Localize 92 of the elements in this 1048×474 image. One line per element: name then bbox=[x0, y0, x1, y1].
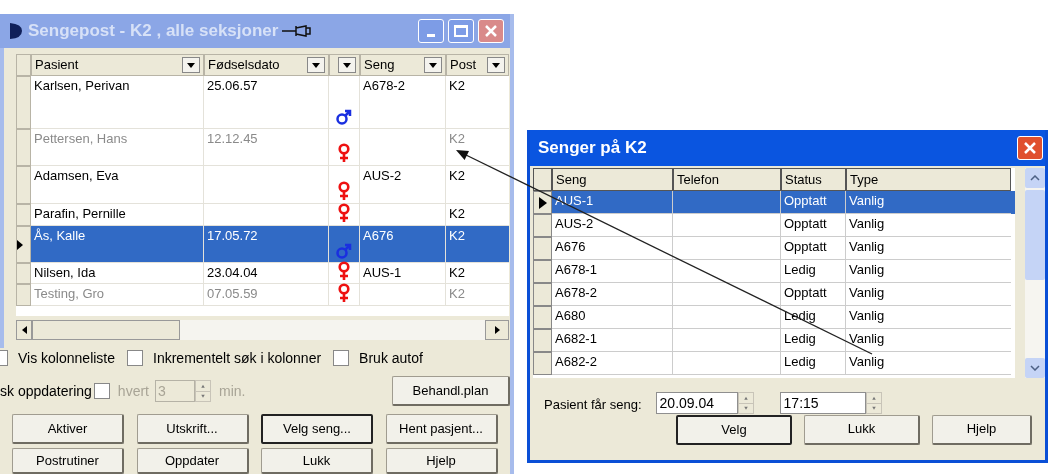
dropdown-button[interactable] bbox=[424, 57, 442, 73]
caret-icon bbox=[492, 62, 500, 68]
checkbox[interactable] bbox=[0, 350, 8, 366]
close-icon bbox=[1023, 141, 1037, 155]
column-header[interactable]: Status bbox=[781, 168, 846, 191]
checkbox[interactable] bbox=[333, 350, 350, 366]
caret-icon bbox=[312, 62, 320, 68]
vertical-scrollbar[interactable] bbox=[1025, 168, 1045, 378]
dropdown-button[interactable] bbox=[182, 57, 200, 73]
scrollbar-thumb[interactable] bbox=[32, 320, 180, 340]
column-header[interactable]: Telefon bbox=[673, 168, 781, 191]
time-field[interactable]: 17:15 bbox=[779, 392, 866, 414]
dropdown-button[interactable] bbox=[487, 57, 505, 73]
column-header[interactable]: Post bbox=[446, 54, 509, 76]
female-icon bbox=[337, 143, 351, 163]
maximize-button[interactable] bbox=[448, 19, 474, 43]
column-header[interactable]: Seng bbox=[360, 54, 446, 76]
table-cell: Ledig bbox=[781, 352, 846, 375]
patient-row[interactable]: Pettersen, Hans 12.12.45 K2 bbox=[16, 129, 509, 166]
dialog-button[interactable]: Hjelp bbox=[385, 448, 498, 474]
patient-row[interactable]: Nilsen, Ida 23.04.04 AUS-1 K2 bbox=[16, 263, 509, 284]
table-cell: Vanlig bbox=[846, 352, 1011, 375]
row-pointer-icon bbox=[17, 239, 23, 250]
checkbox[interactable] bbox=[93, 383, 110, 399]
row-header bbox=[533, 260, 552, 283]
checkbox-label: Bruk autof bbox=[359, 348, 423, 368]
female-icon bbox=[337, 181, 351, 201]
patient-row[interactable]: Ås, Kalle 17.05.72 A676 K2 bbox=[16, 226, 509, 263]
male-icon bbox=[335, 242, 353, 260]
scrollbar-thumb[interactable] bbox=[1025, 190, 1045, 280]
dropdown-button[interactable] bbox=[307, 57, 325, 73]
column-header[interactable]: Seng bbox=[552, 168, 673, 191]
minimize-button[interactable] bbox=[418, 19, 444, 43]
row-header bbox=[533, 329, 552, 352]
dialog-button[interactable]: Lukk bbox=[804, 414, 920, 445]
right-arrow-icon[interactable] bbox=[494, 326, 500, 334]
checkbox-label: Inkrementelt søk i kolonner bbox=[153, 348, 322, 368]
patient-row[interactable]: Testing, Gro 07.05.59 K2 bbox=[16, 284, 509, 306]
dialog-button[interactable]: Lukk bbox=[261, 448, 373, 474]
dialog-button[interactable]: Behandl.plan bbox=[392, 376, 510, 406]
close-button[interactable] bbox=[478, 19, 504, 43]
column-header[interactable] bbox=[329, 54, 360, 76]
row-header bbox=[533, 283, 552, 306]
table-cell: 07.05.59 bbox=[204, 284, 329, 306]
interval-label: hvert bbox=[117, 381, 149, 401]
dialog-button[interactable]: Velg bbox=[676, 414, 792, 445]
table-cell: Testing, Gro bbox=[31, 284, 204, 306]
patient-row[interactable]: Parafin, Pernille K2 bbox=[16, 204, 509, 226]
app-icon bbox=[10, 22, 24, 40]
caret-icon bbox=[187, 62, 195, 68]
patient-row[interactable]: Adamsen, Eva AUS-2 K2 bbox=[16, 166, 509, 204]
row-header bbox=[533, 214, 552, 237]
row-header bbox=[533, 237, 552, 260]
dialog-button[interactable]: Postrutiner bbox=[12, 448, 124, 474]
checkbox-label: sk oppdatering bbox=[0, 381, 92, 401]
field-label: Pasient får seng: bbox=[544, 396, 642, 414]
column-header[interactable]: Pasient bbox=[31, 54, 204, 76]
row-header bbox=[16, 284, 31, 306]
dialog-button[interactable]: Utskrift... bbox=[136, 414, 249, 444]
window-title: Sengepost - K2 , alle seksjoner bbox=[28, 20, 279, 43]
bed-row[interactable]: AUS-1 Opptatt Vanlig bbox=[533, 191, 1015, 214]
dialog-button[interactable]: Hjelp bbox=[932, 414, 1032, 445]
column-header[interactable]: Type bbox=[846, 168, 1011, 191]
column-header[interactable]: Fødselsdato bbox=[204, 54, 329, 76]
row-header bbox=[533, 168, 552, 191]
dropdown-button[interactable] bbox=[338, 57, 356, 73]
table-cell: K2 bbox=[446, 284, 509, 306]
caret-icon bbox=[429, 62, 437, 68]
close-icon bbox=[484, 24, 498, 38]
male-icon bbox=[335, 108, 353, 126]
caret-icon bbox=[343, 62, 351, 68]
female-icon bbox=[337, 261, 351, 281]
horizontal-scrollbar[interactable] bbox=[16, 320, 509, 340]
row-pointer-icon bbox=[538, 196, 547, 209]
unit-label: min. bbox=[218, 381, 246, 401]
checkbox[interactable] bbox=[127, 350, 144, 366]
female-icon bbox=[337, 203, 351, 223]
row-header bbox=[533, 306, 552, 329]
dialog-button[interactable]: Velg seng... bbox=[261, 414, 373, 444]
table-cell: A682-2 bbox=[552, 352, 673, 375]
female-icon bbox=[337, 283, 351, 303]
dialog-button[interactable]: Aktiver bbox=[12, 414, 124, 444]
row-header bbox=[533, 352, 552, 375]
left-arrow-icon[interactable] bbox=[21, 326, 27, 334]
window-title: Senger på K2 bbox=[538, 137, 647, 160]
close-button[interactable] bbox=[1017, 136, 1043, 160]
checkbox-label: Vis kolonneliste bbox=[18, 348, 116, 368]
dialog-button[interactable]: Oppdater bbox=[136, 448, 249, 474]
patient-row[interactable]: Karlsen, Perivan 25.06.57 A678-2 K2 bbox=[16, 76, 509, 129]
date-field[interactable]: 20.09.04 bbox=[655, 392, 738, 414]
dialog-button[interactable]: Hent pasjent... bbox=[385, 414, 498, 444]
pin-icon[interactable] bbox=[282, 24, 313, 38]
